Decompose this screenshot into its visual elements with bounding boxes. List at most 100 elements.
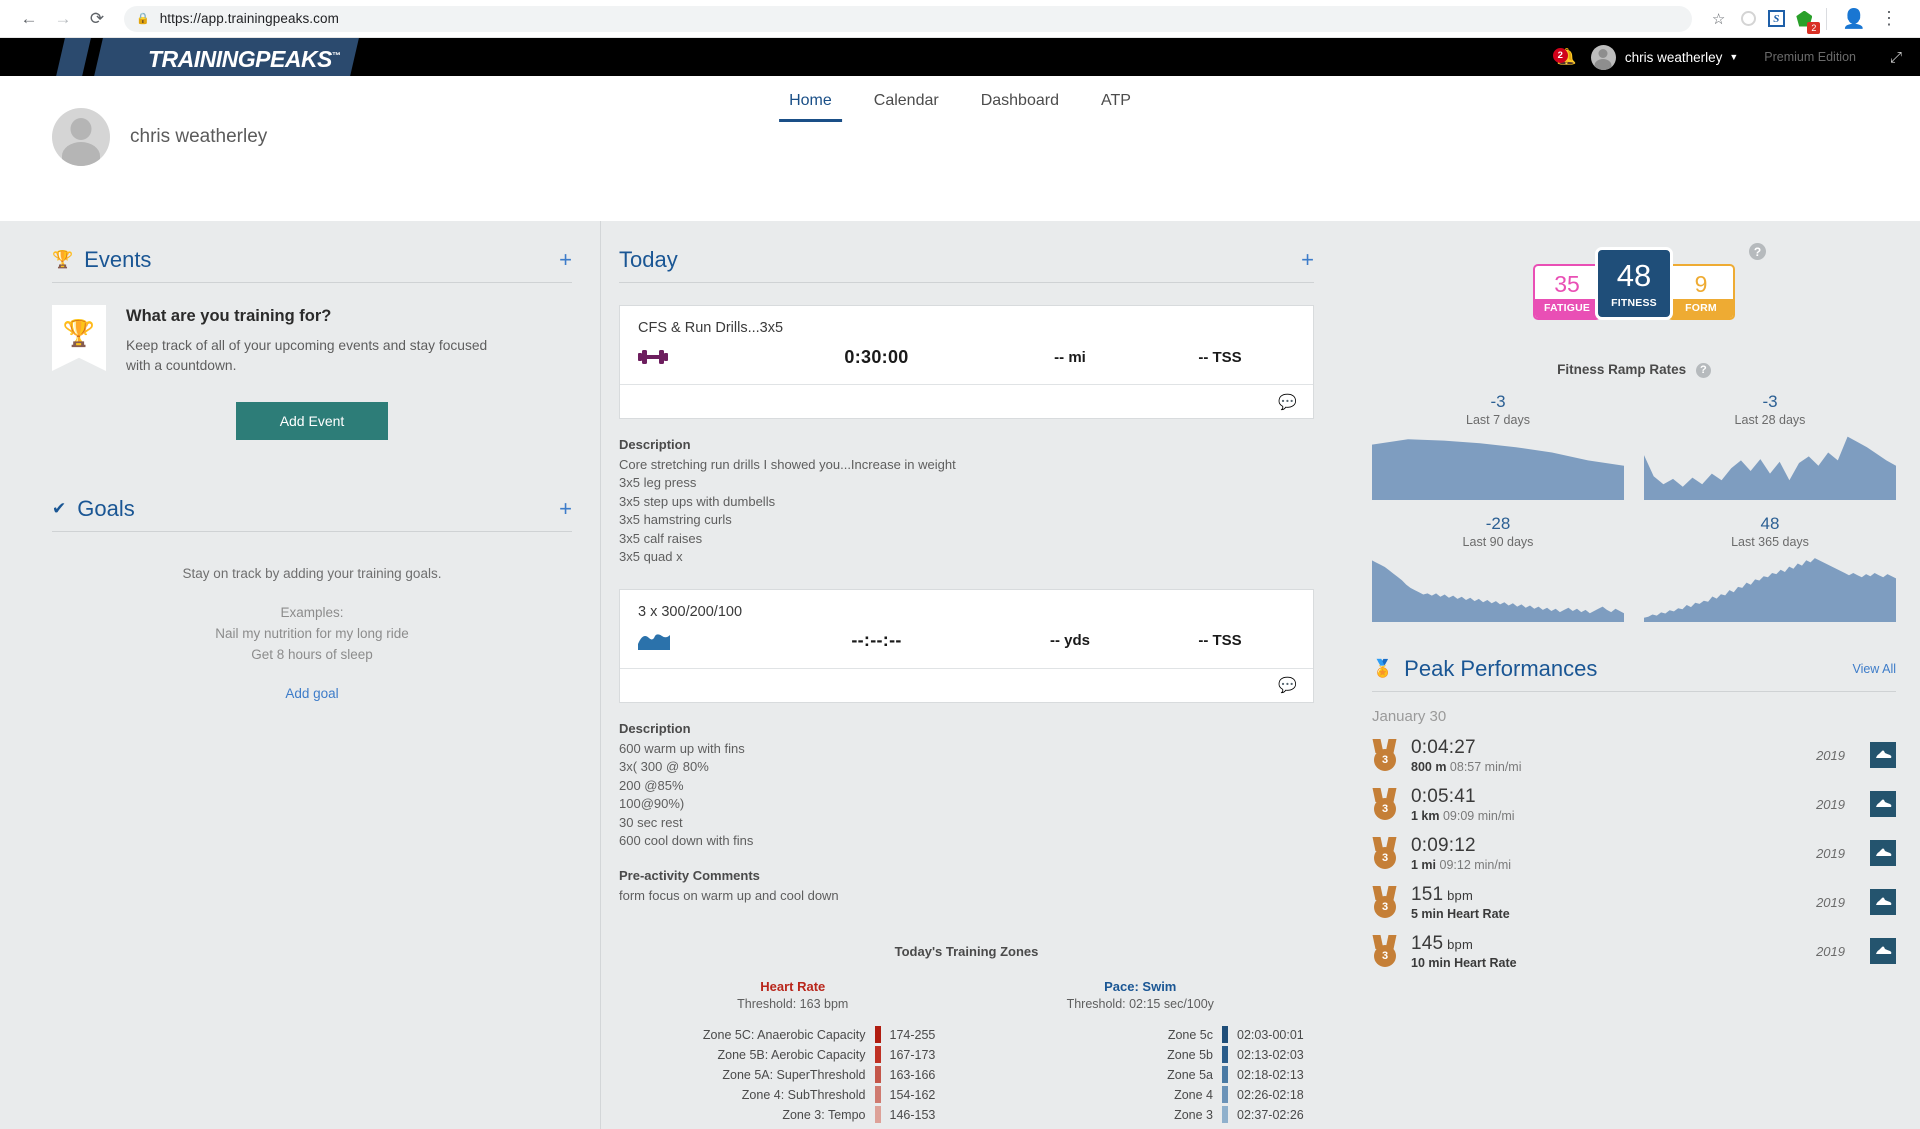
ramp-rate-sparkline — [1372, 560, 1624, 622]
profile-icon[interactable]: 👤 — [1836, 7, 1872, 31]
tab-dashboard[interactable]: Dashboard — [971, 84, 1069, 122]
extension-badge: 2 — [1807, 21, 1821, 34]
extension-ring-icon[interactable] — [1735, 6, 1761, 32]
zone-value: 146-153 — [889, 1107, 936, 1122]
dumbbell-icon — [638, 346, 758, 368]
zone-name: Zone 5b — [1167, 1047, 1213, 1062]
goals-examples-label: Examples: — [280, 605, 344, 620]
ramp-rate-label: Last 90 days — [1462, 534, 1534, 549]
goals-empty-body: Stay on track by adding your training go… — [52, 532, 572, 703]
view-all-link[interactable]: View All — [1852, 662, 1896, 676]
peak-performance-row[interactable]: 3 151 bpm 5 min Heart Rate 2019 — [1372, 884, 1896, 921]
fatigue-box[interactable]: 35 FATIGUE — [1533, 264, 1601, 320]
ramp-rate-cell: 48 Last 365 days — [1644, 514, 1896, 622]
fatigue-value: 35 — [1554, 271, 1580, 297]
swim-wave-icon — [638, 630, 758, 652]
goals-examples: Examples: Nail my nutrition for my long … — [52, 603, 572, 666]
chevron-down-icon[interactable]: ▼ — [1729, 52, 1738, 62]
extension-blue-icon[interactable]: S — [1763, 6, 1789, 32]
training-zones: Heart Rate Threshold: 163 bpm Zone 5C: A… — [619, 979, 1314, 1125]
chrome-menu-icon[interactable]: ⋮ — [1874, 8, 1904, 29]
profile-avatar[interactable] — [52, 108, 110, 166]
zone-value: 02:03-00:01 — [1237, 1027, 1304, 1042]
zone-value: 02:13-02:03 — [1237, 1047, 1304, 1062]
notification-count: 2 — [1552, 48, 1568, 63]
peak-performance-row[interactable]: 3 0:09:12 1 mi 09:12 min/mi 2019 — [1372, 835, 1896, 872]
peak-performance-row[interactable]: 3 0:05:41 1 km 09:09 min/mi 2019 — [1372, 786, 1896, 823]
help-icon[interactable]: ? — [1695, 362, 1711, 378]
add-goal-plus-icon[interactable]: + — [559, 496, 572, 522]
peak-value: 151 bpm — [1411, 883, 1474, 905]
tab-calendar[interactable]: Calendar — [864, 84, 949, 122]
zone-name: Zone 3: Tempo — [782, 1107, 866, 1122]
bookmark-star-icon[interactable]: ☆ — [1704, 10, 1733, 28]
events-empty-card: 🏆 What are you training for? Keep track … — [52, 283, 572, 376]
tab-home[interactable]: Home — [779, 84, 842, 122]
zone-row: Zone 5c 02:03-00:01 — [967, 1025, 1315, 1045]
address-bar[interactable]: 🔒 https://app.trainingpeaks.com — [124, 5, 1692, 32]
ramp-rate-value: -3 — [1762, 391, 1778, 411]
peak-performance-row[interactable]: 3 145 bpm 10 min Heart Rate 2019 — [1372, 933, 1896, 970]
ramp-rate-sparkline — [1372, 439, 1624, 500]
check-icon: ✔ — [52, 499, 67, 518]
zone-row: Zone 3: Tempo 146-153 — [619, 1105, 967, 1125]
zone-rows: Zone 5C: Anaerobic Capacity 174-255 Zone 5… — [619, 1025, 967, 1125]
fitness-ramp-rates-grid: -3 Last 7 days -3 Last 28 days -28 Last 90 da… — [1372, 392, 1896, 622]
toolbar-divider — [1826, 7, 1828, 30]
browser-toolbar: ← → ⟳ 🔒 https://app.trainingpeaks.com ☆ … — [0, 0, 1920, 38]
workout-card[interactable]: 3 x 300/200/100 --:--:-- -- yds -- TSS 💬 — [619, 588, 1314, 703]
description-label: Description — [619, 437, 691, 452]
peak-subtitle: 10 min Heart Rate — [1411, 955, 1517, 970]
zone-name: Zone 5c — [1167, 1027, 1213, 1042]
form-box[interactable]: 9 FORM — [1667, 264, 1735, 320]
events-title: Events — [84, 247, 152, 272]
tab-atp[interactable]: ATP — [1091, 84, 1141, 122]
peak-subtitle: 1 mi 09:12 min/mi — [1411, 857, 1512, 872]
add-goal-link[interactable]: Add goal — [285, 686, 338, 701]
zone-value: 02:18-02:13 — [1237, 1067, 1304, 1082]
notifications-bell[interactable]: 🔔 2 — [1549, 47, 1585, 67]
ramp-rate-value: -3 — [1490, 391, 1506, 411]
workout-stats: --:--:-- -- yds -- TSS — [620, 620, 1313, 668]
add-event-plus-icon[interactable]: + — [559, 247, 572, 273]
trophy-icon: 🏆 — [52, 250, 74, 269]
fitness-box[interactable]: 48 FITNESS — [1595, 247, 1673, 320]
extension-green-icon[interactable]: 2 — [1791, 6, 1821, 34]
peak-performance-detail: 0:04:27 800 m 08:57 min/mi — [1411, 737, 1803, 774]
help-icon[interactable]: ? — [1749, 243, 1766, 260]
forward-icon[interactable]: → — [48, 4, 78, 34]
run-shoe-icon — [1870, 840, 1896, 867]
profile-row: chris weatherley — [52, 108, 267, 166]
back-icon[interactable]: ← — [14, 4, 44, 34]
comment-icon[interactable]: 💬 — [1278, 393, 1297, 411]
add-event-button[interactable]: Add Event — [236, 402, 388, 440]
workout-card[interactable]: CFS & Run Drills...3x5 0:30:00 -- mi -- … — [619, 305, 1314, 419]
header-user-name[interactable]: chris weatherley — [1625, 50, 1723, 65]
avatar[interactable] — [1590, 44, 1616, 70]
peak-performance-row[interactable]: 3 0:04:27 800 m 08:57 min/mi 2019 — [1372, 737, 1896, 774]
zone-column-pace-swim: Pace: Swim Threshold: 02:15 sec/100y Zon… — [967, 979, 1315, 1125]
logo-text: TRAININGPEAKS™ — [148, 46, 341, 72]
ramp-rate-label: Last 7 days — [1466, 412, 1530, 427]
zone-row: Zone 5C: Anaerobic Capacity 174-255 — [619, 1025, 967, 1045]
comment-icon[interactable]: 💬 — [1278, 676, 1297, 694]
reload-icon[interactable]: ⟳ — [82, 4, 112, 34]
run-shoe-icon — [1870, 938, 1896, 965]
peak-value: 145 bpm — [1411, 932, 1474, 954]
peak-subtitle: 800 m 08:57 min/mi — [1411, 759, 1522, 774]
add-workout-plus-icon[interactable]: + — [1301, 247, 1314, 273]
peak-performance-detail: 0:09:12 1 mi 09:12 min/mi — [1411, 835, 1803, 872]
expand-icon[interactable]: ⤢ — [1890, 49, 1902, 66]
peak-performances-list: 3 0:04:27 800 m 08:57 min/mi 2019 3 0:05:41 1 … — [1372, 737, 1896, 970]
pre-activity-comments-label: Pre-activity Comments — [619, 868, 760, 884]
main-tabs: Home Calendar Dashboard ATP — [779, 84, 1141, 122]
pre-activity-comments-text: form focus on warm up and cool down — [619, 888, 839, 904]
ramp-rate-label: Last 365 days — [1731, 534, 1809, 549]
trophy-icon: 🏆 — [62, 318, 96, 348]
zone-name: Zone 5B: Aerobic Capacity — [717, 1047, 866, 1062]
ramp-rate-label: Last 28 days — [1734, 412, 1806, 427]
medal-icon: 🏅 — [1372, 658, 1394, 678]
goals-header: ✔ Goals + — [52, 496, 572, 532]
description-text: 600 warm up with fins 3x( 300 @ 80% 200 … — [619, 740, 754, 848]
ramp-title-text: Fitness Ramp Rates — [1557, 362, 1687, 377]
